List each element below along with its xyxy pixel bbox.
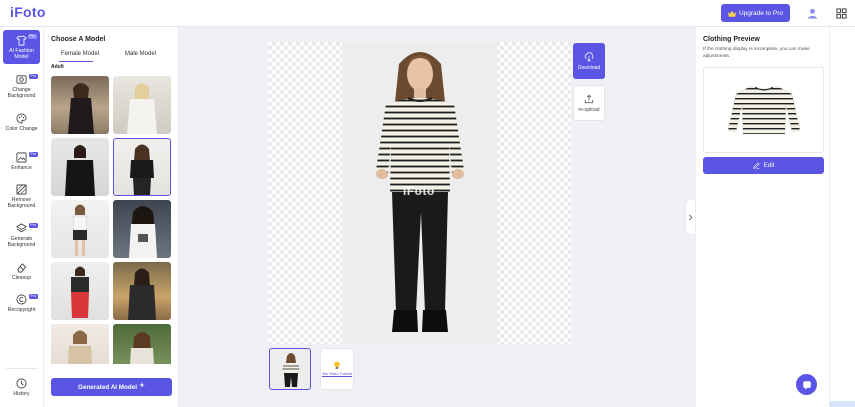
pro-badge: Pro [28,223,38,228]
copyright-icon [16,294,27,305]
top-bar: iFoto Upgrade to Pro [0,0,855,27]
right-gutter [830,27,855,407]
tool-ai-fashion-model[interactable]: Pro AI Fashion Model [3,30,40,64]
tool-label: Cleanup [11,275,32,281]
palette-icon [16,113,27,124]
model-thumbnail[interactable] [51,200,109,258]
edit-button[interactable]: Edit [703,157,824,174]
model-thumbnail[interactable] [51,138,109,196]
chevron-right-icon [688,214,693,220]
tool-label: History [13,391,30,397]
tool-cleanup[interactable]: Cleanup [3,262,40,281]
pencil-icon [752,162,760,169]
active-tab-indicator [59,61,93,63]
video-tutorial-label: 30s Video Tutorial [321,372,353,377]
download-label: Download [577,64,601,71]
pro-badge: Pro [28,74,38,79]
tool-generate-background[interactable]: Pro Generate Background [3,223,40,248]
enhance-icon [16,152,27,163]
eraser-icon [16,184,27,195]
crown-icon [727,10,736,17]
lightbulb-icon [334,361,340,370]
history-icon [16,378,27,389]
tab-male-model[interactable]: Male Model [125,51,156,57]
generate-label: Generated AI Model [78,383,137,391]
reupload-label: re-upload [578,106,600,113]
upgrade-label: Upgrade to Pro [738,9,784,17]
user-icon [807,8,817,19]
model-panel: Choose A Model Female Model Male Model A… [44,27,179,407]
download-button[interactable]: Download [573,43,605,79]
user-avatar-button[interactable] [804,5,820,21]
tool-sidebar: Pro AI Fashion Model Pro Change Backgrou… [0,27,44,407]
scroll-indicator [830,401,855,407]
apps-grid-icon[interactable] [836,8,847,19]
tool-label: AI Fashion Model [9,48,34,60]
tool-change-background[interactable]: Pro Change Background [3,74,40,99]
section-label: Adult [51,64,64,70]
model-thumbnail[interactable] [51,262,109,320]
clothing-preview-description: If the clothing display is incomplete, y… [703,47,810,59]
tool-label: Change Background [7,87,36,99]
model-thumbnail[interactable] [113,76,171,134]
pro-badge: Pro [27,34,37,39]
model-thumbnail[interactable] [113,324,171,364]
sparkle-icon [138,382,145,388]
chat-icon [802,380,811,390]
model-thumbnail-selected[interactable] [113,138,171,196]
reupload-button[interactable]: re-upload [573,85,605,121]
clothing-preview-title: Clothing Preview [703,36,760,43]
model-tabs: Female Model Male Model [51,51,173,63]
tool-label: Remove Background [7,197,36,209]
tab-female-model[interactable]: Female Model [61,51,99,57]
tool-remove-background[interactable]: Remove Background [3,184,40,209]
clothing-preview-panel: Clothing Preview If the clothing display… [695,27,830,407]
model-thumbnail[interactable] [113,200,171,258]
clothing-preview-image [703,67,824,153]
pro-badge: Pro [28,152,38,157]
tool-enhance[interactable]: Pro Enhance [3,152,40,171]
tool-label: Color Change [5,126,38,132]
generated-ai-model-button[interactable]: Generated AI Model [51,378,172,396]
tool-label: Recopyright [7,307,36,313]
upload-icon [584,94,594,103]
model-thumbnail[interactable] [51,76,109,134]
image-swap-icon [16,75,27,84]
chat-support-button[interactable] [796,374,817,395]
video-tutorial-link[interactable]: 30s Video Tutorial [320,348,354,390]
model-grid [51,76,173,364]
collapse-panel-toggle[interactable] [686,200,695,234]
tool-recopyright[interactable]: Pro Recopyright [3,294,40,313]
cleanup-icon [17,263,27,273]
layers-icon [16,223,27,233]
app-logo[interactable]: iFoto [10,4,46,20]
canvas-area: iFoto Download re-upload 30s Video Tutor… [179,27,695,407]
panel-title: Choose A Model [51,36,106,43]
edit-label: Edit [763,162,775,169]
tool-label: Generate Background [7,236,36,248]
result-thumbnail[interactable] [269,348,311,390]
tshirt-icon [16,35,27,46]
pro-badge: Pro [28,294,38,299]
download-icon [584,51,594,62]
watermark: iFoto [403,184,435,198]
model-thumbnail[interactable] [51,324,109,364]
divider [6,368,38,369]
tool-color-change[interactable]: Color Change [3,113,40,132]
tool-label: Enhance [11,165,32,171]
model-thumbnail[interactable] [113,262,171,320]
tool-history[interactable]: History [3,378,40,397]
upgrade-button[interactable]: Upgrade to Pro [721,4,790,22]
